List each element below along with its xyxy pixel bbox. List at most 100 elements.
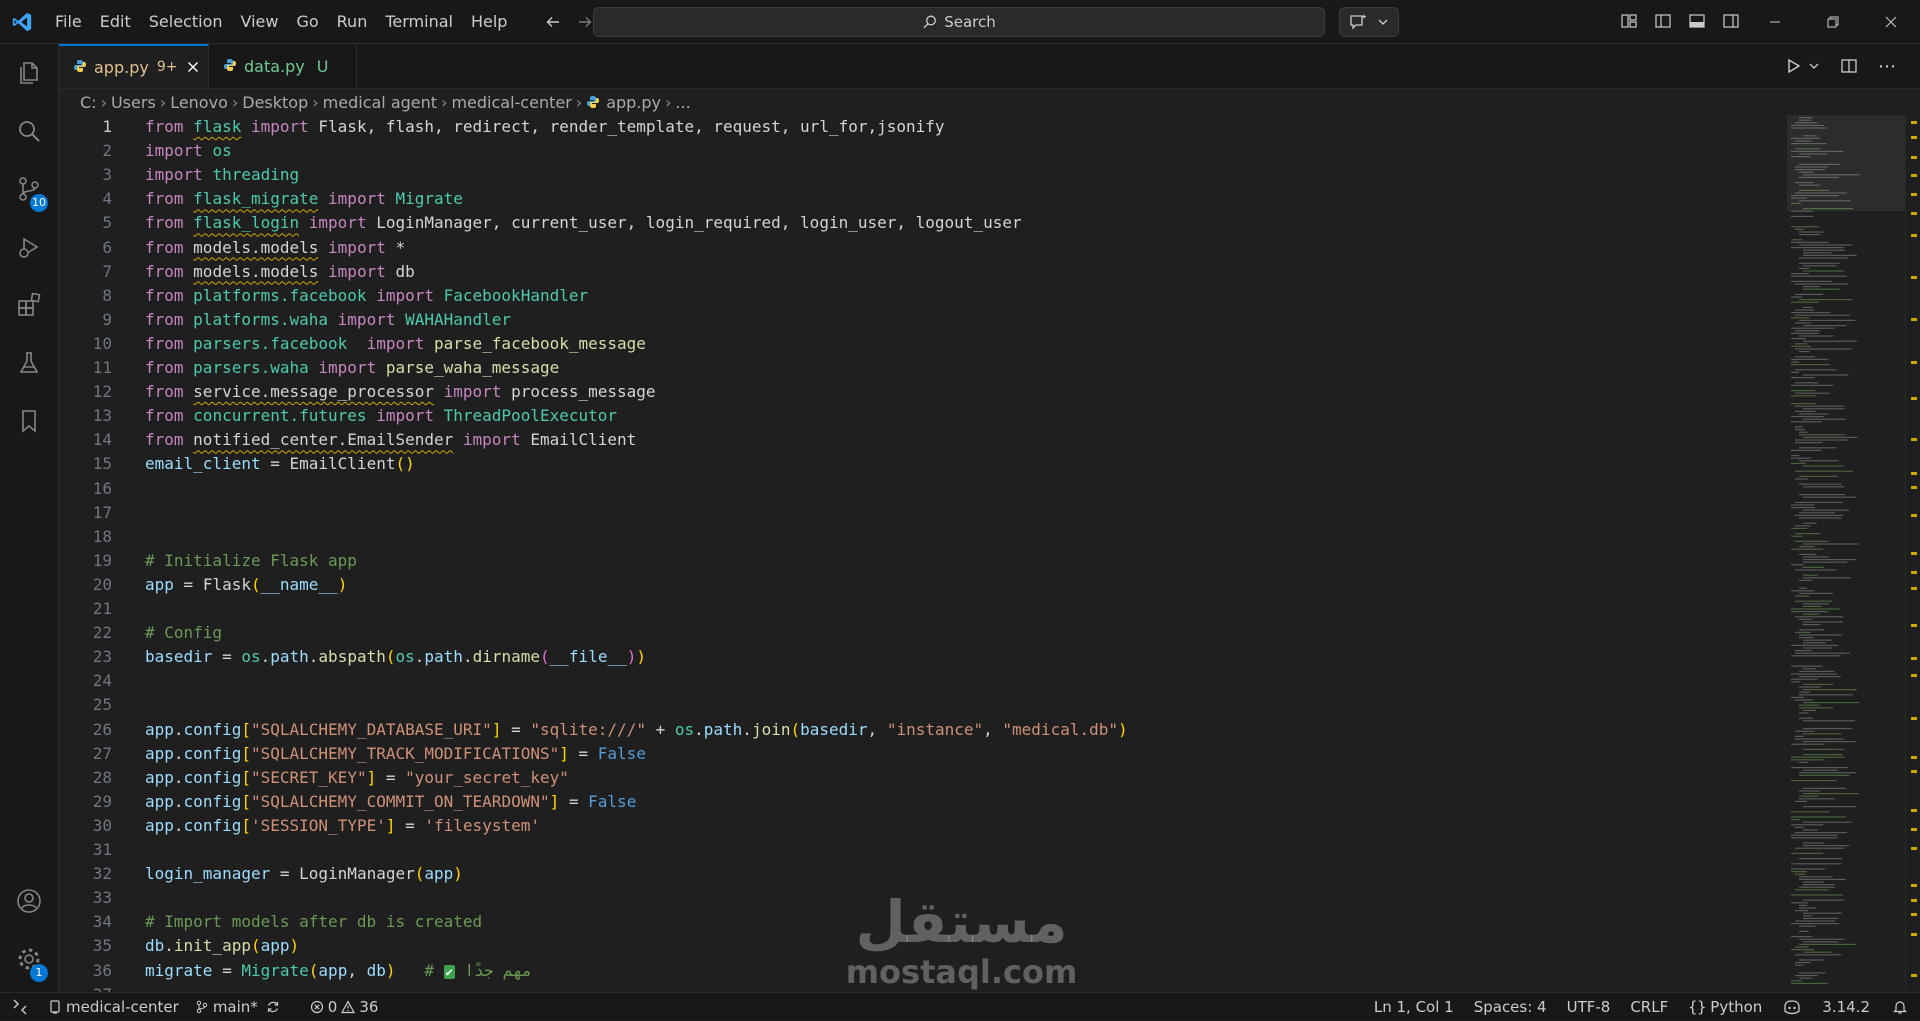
code-line[interactable]: 25 <box>59 693 1787 717</box>
git-branch[interactable]: main* <box>187 993 288 1021</box>
copilot-status-icon[interactable] <box>1772 993 1812 1021</box>
toggle-panel-icon[interactable] <box>1682 6 1712 36</box>
file-encoding[interactable]: UTF-8 <box>1557 993 1621 1021</box>
minimap-line <box>1795 730 1815 732</box>
line-number: 25 <box>92 695 112 715</box>
toggle-secondary-sidebar-icon[interactable] <box>1716 6 1746 36</box>
code-line[interactable]: 15 email_client = EmailClient() <box>59 452 1787 476</box>
accounts-icon[interactable] <box>0 872 58 930</box>
restore-icon[interactable] <box>1804 0 1862 43</box>
code-line[interactable]: 7 from models.models import db <box>59 260 1787 284</box>
code-line[interactable]: 37 <box>59 983 1787 992</box>
code-line[interactable]: 10 from parsers.facebook import parse_fac… <box>59 332 1787 356</box>
bookmark-icon[interactable] <box>0 392 58 450</box>
code-line[interactable]: 12 from service.message_processor import … <box>59 380 1787 404</box>
code-line[interactable]: 17 <box>59 501 1787 525</box>
breadcrumb-drive[interactable]: C: <box>80 93 97 112</box>
menu-terminal[interactable]: Terminal <box>376 8 462 35</box>
code-line[interactable]: 26 app.config["SQLALCHEMY_DATABASE_URI"] … <box>59 718 1787 742</box>
overview-ruler[interactable] <box>1905 115 1920 992</box>
copilot-chat-button[interactable] <box>1339 7 1399 37</box>
run-options-chevron-icon[interactable] <box>1808 60 1820 72</box>
split-editor-icon[interactable] <box>1840 57 1858 75</box>
indentation[interactable]: Spaces: 4 <box>1464 993 1557 1021</box>
testing-flask-icon[interactable] <box>0 334 58 392</box>
code-line[interactable]: 23 basedir = os.path.abspath(os.path.dirn… <box>59 645 1787 669</box>
code-line[interactable]: 14 from notified_center.EmailSender impor… <box>59 428 1787 452</box>
workspace-folder[interactable]: medical-center <box>40 993 187 1021</box>
run-debug-icon[interactable] <box>0 218 58 276</box>
manage-gear-icon[interactable]: 1 <box>0 930 58 988</box>
more-actions-icon[interactable]: ⋯ <box>1878 56 1896 77</box>
breadcrumb-file[interactable]: app.py <box>606 93 661 112</box>
run-python-file-icon[interactable] <box>1784 57 1802 75</box>
python-version[interactable]: 3.14.2 <box>1812 993 1880 1021</box>
remote-indicator[interactable] <box>0 993 40 1021</box>
menu-help[interactable]: Help <box>462 8 516 35</box>
sync-icon[interactable] <box>266 1000 280 1014</box>
breadcrumb-medical-agent[interactable]: medical agent <box>323 93 437 112</box>
extensions-icon[interactable] <box>0 276 58 334</box>
minimize-icon[interactable] <box>1746 0 1804 43</box>
menu-view[interactable]: View <box>232 8 288 35</box>
source-control-icon[interactable]: 10 <box>0 160 58 218</box>
toggle-primary-sidebar-icon[interactable] <box>1648 6 1678 36</box>
code-line[interactable]: 18 <box>59 525 1787 549</box>
notifications-bell-icon[interactable] <box>1880 993 1920 1021</box>
close-tab-icon[interactable] <box>187 58 199 77</box>
code-line[interactable]: 9 from platforms.waha import WAHAHandler <box>59 308 1787 332</box>
customize-layout-icon[interactable] <box>1614 6 1644 36</box>
tab-app-py[interactable]: app.py 9+ <box>59 44 209 88</box>
code-line[interactable]: 33 <box>59 886 1787 910</box>
breadcrumb-desktop[interactable]: Desktop <box>242 93 308 112</box>
code-line[interactable]: 36 migrate = Migrate(app, db) # ✔ مهم جدً… <box>59 959 1787 983</box>
code-line[interactable]: 2 import os <box>59 139 1787 163</box>
code-line[interactable]: 22 # Config <box>59 621 1787 645</box>
explorer-icon[interactable] <box>0 44 58 102</box>
cursor-position[interactable]: Ln 1, Col 1 <box>1364 993 1464 1021</box>
code-line[interactable]: 32 login_manager = LoginManager(app) <box>59 862 1787 886</box>
code-editor[interactable]: 1 from flask import Flask, flash, redirec… <box>59 115 1787 992</box>
code-line[interactable]: 19 # Initialize Flask app <box>59 549 1787 573</box>
code-line[interactable]: 11 from parsers.waha import parse_waha_me… <box>59 356 1787 380</box>
code-line[interactable]: 5 from flask_login import LoginManager, c… <box>59 211 1787 235</box>
minimap-line <box>1791 527 1808 529</box>
code-line[interactable]: 3 import threading <box>59 163 1787 187</box>
code-token: ) <box>636 647 646 667</box>
menu-go[interactable]: Go <box>287 8 327 35</box>
code-line[interactable]: 21 <box>59 597 1787 621</box>
breadcrumb-symbols[interactable]: ... <box>675 93 690 112</box>
menu-file[interactable]: File <box>46 8 91 35</box>
code-line[interactable]: 35 db.init_app(app) <box>59 934 1787 958</box>
code-line[interactable]: 31 <box>59 838 1787 862</box>
close-window-icon[interactable] <box>1862 0 1920 43</box>
code-line[interactable]: 28 app.config["SECRET_KEY"] = "your_secre… <box>59 766 1787 790</box>
code-line[interactable]: 24 <box>59 669 1787 693</box>
breadcrumb-lenovo[interactable]: Lenovo <box>170 93 228 112</box>
language-mode[interactable]: {} Python <box>1678 993 1772 1021</box>
menu-run[interactable]: Run <box>328 8 377 35</box>
problems-summary[interactable]: 0 36 <box>302 993 387 1021</box>
code-line[interactable]: 34 # Import models after db is created <box>59 910 1787 934</box>
command-center-search[interactable]: Search <box>593 7 1325 37</box>
end-of-line[interactable]: CRLF <box>1620 993 1678 1021</box>
code-line[interactable]: 16 <box>59 477 1787 501</box>
code-line[interactable]: 4 from flask_migrate import Migrate <box>59 187 1787 211</box>
menu-selection[interactable]: Selection <box>140 8 232 35</box>
menu-edit[interactable]: Edit <box>91 8 140 35</box>
minimap[interactable] <box>1787 115 1905 992</box>
code-line[interactable]: 20 app = Flask(__name__) <box>59 573 1787 597</box>
code-line[interactable]: 6 from models.models import * <box>59 236 1787 260</box>
code-line[interactable]: 8 from platforms.facebook import Facebook… <box>59 284 1787 308</box>
code-line[interactable]: 30 app.config['SESSION_TYPE'] = 'filesyst… <box>59 814 1787 838</box>
search-view-icon[interactable] <box>0 102 58 160</box>
code-token: ] <box>366 767 377 787</box>
code-line[interactable]: 29 app.config["SQLALCHEMY_COMMIT_ON_TEARD… <box>59 790 1787 814</box>
breadcrumb-users[interactable]: Users <box>111 93 156 112</box>
code-line[interactable]: 1 from flask import Flask, flash, redirec… <box>59 115 1787 139</box>
code-line[interactable]: 27 app.config["SQLALCHEMY_TRACK_MODIFICAT… <box>59 742 1787 766</box>
breadcrumb-medical-center[interactable]: medical-center <box>451 93 571 112</box>
tab-data-py[interactable]: data.py U <box>209 44 357 88</box>
code-line[interactable]: 13 from concurrent.futures import ThreadP… <box>59 404 1787 428</box>
back-arrow-icon[interactable] <box>538 7 568 37</box>
